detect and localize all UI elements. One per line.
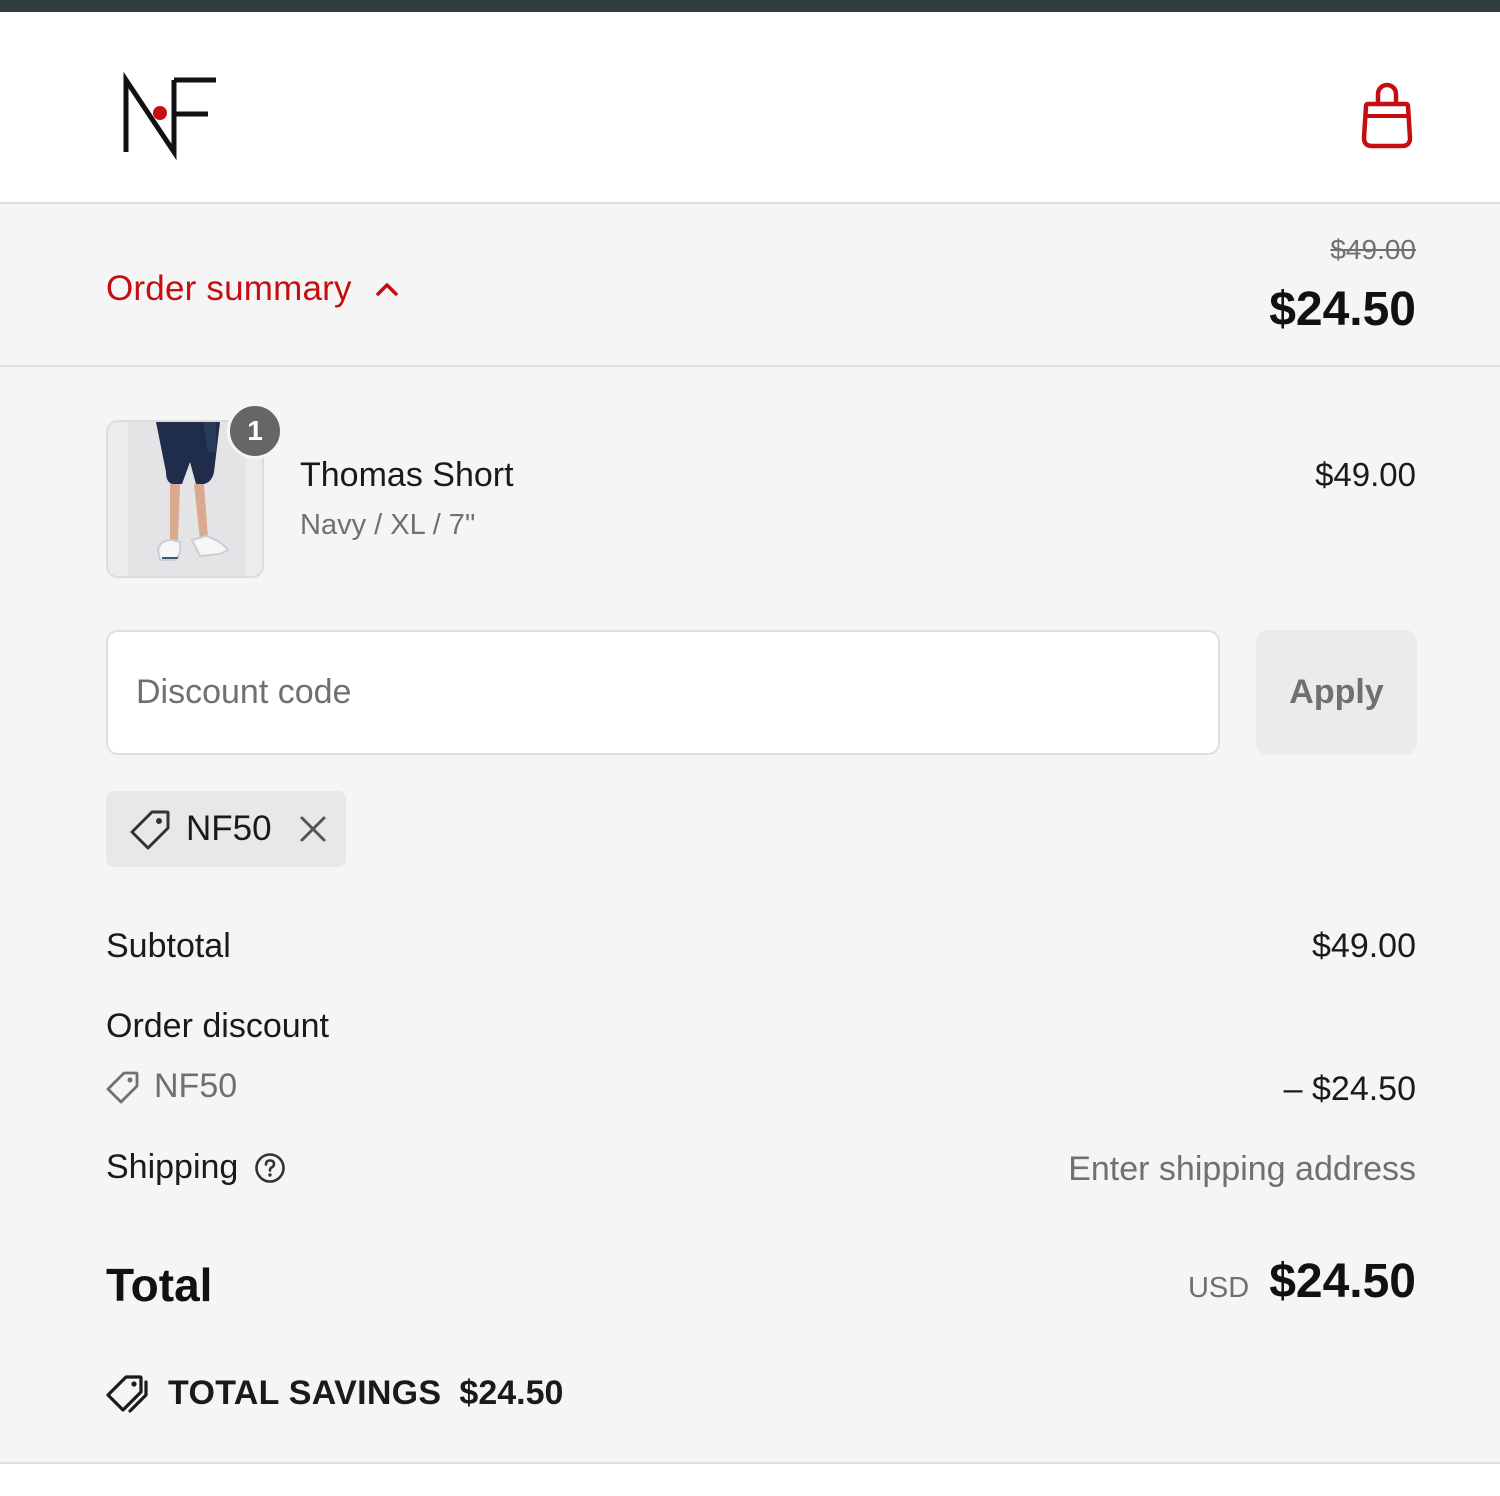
order-discount-code-row: NF50 bbox=[106, 1067, 237, 1106]
cart-button[interactable] bbox=[1358, 78, 1416, 152]
total-currency: USD bbox=[1187, 1272, 1250, 1304]
shipping-value: Enter shipping address bbox=[1068, 1150, 1416, 1188]
summary-total-price: $24.50 bbox=[1269, 283, 1416, 336]
shipping-row: Shipping bbox=[106, 1148, 286, 1187]
order-discount-code: NF50 bbox=[154, 1067, 238, 1105]
total-savings-row: TOTAL SAVINGS $24.50 bbox=[106, 1373, 563, 1413]
tag-icon bbox=[106, 1071, 139, 1103]
total-amount: USD $24.50 bbox=[1188, 1254, 1416, 1309]
close-icon[interactable] bbox=[298, 814, 328, 844]
order-summary-toggle: Order summary $49.00 $24.50 bbox=[0, 204, 1500, 367]
compare-at-price: $49.00 bbox=[1330, 234, 1416, 265]
shopping-bag-icon bbox=[1361, 82, 1413, 149]
browser-top-strip bbox=[0, 0, 1500, 12]
total-savings-value: $24.50 bbox=[459, 1373, 564, 1412]
total-value: $24.50 bbox=[1269, 1255, 1416, 1308]
shipping-label: Shipping bbox=[106, 1148, 239, 1186]
chevron-up-icon bbox=[375, 283, 398, 296]
order-summary-toggle-button[interactable]: Order summary bbox=[106, 266, 400, 312]
help-circle-icon[interactable] bbox=[254, 1152, 286, 1184]
order-discount-label: Order discount bbox=[106, 1007, 329, 1045]
discount-code-input[interactable] bbox=[106, 630, 1220, 755]
tag-icon bbox=[130, 810, 170, 850]
order-discount-value: – $24.50 bbox=[1283, 1070, 1416, 1108]
quantity-badge: 1 bbox=[227, 403, 283, 459]
checkout-header bbox=[0, 12, 1500, 204]
product-name: Thomas Short bbox=[300, 456, 514, 494]
subtotal-value: $49.00 bbox=[1312, 927, 1416, 965]
total-label: Total bbox=[106, 1259, 213, 1311]
total-savings-label: TOTAL SAVINGS bbox=[168, 1373, 442, 1412]
brand-logo[interactable] bbox=[118, 70, 222, 160]
applied-discount-code: NF50 bbox=[186, 809, 272, 848]
product-variant: Navy / XL / 7" bbox=[300, 509, 476, 541]
savings-tag-icon bbox=[106, 1375, 148, 1413]
product-price: $49.00 bbox=[1315, 456, 1416, 493]
order-summary-label: Order summary bbox=[106, 269, 352, 308]
subtotal-label: Subtotal bbox=[106, 927, 231, 965]
order-summary-panel: 1 Thomas Short Navy / XL / 7" $49.00 App… bbox=[0, 367, 1500, 1464]
apply-discount-button[interactable]: Apply bbox=[1256, 630, 1417, 755]
applied-discount-tag: NF50 bbox=[106, 791, 346, 867]
